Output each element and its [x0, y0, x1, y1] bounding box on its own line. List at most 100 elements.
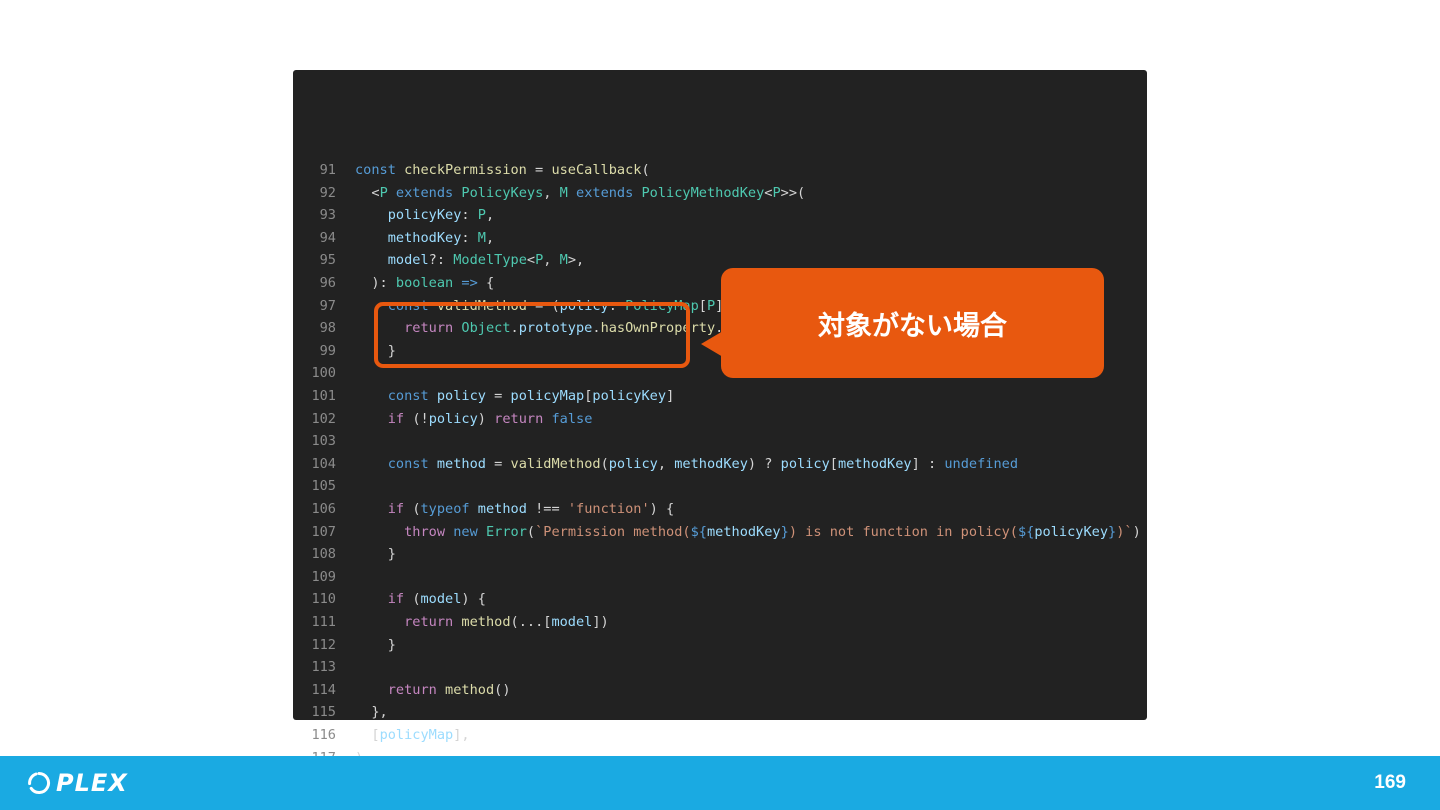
code-token: policy	[436, 388, 486, 404]
line-number: 91	[319, 162, 336, 178]
code-token: =>	[453, 275, 486, 291]
highlight-box	[374, 302, 690, 368]
code-text: }	[355, 543, 396, 566]
page-number: 169	[1374, 772, 1406, 793]
code-token: ] :	[911, 455, 945, 472]
callout-text: 対象がない場合	[818, 310, 1007, 342]
line-number: 96	[319, 275, 336, 291]
code-token: ${	[1017, 523, 1035, 540]
line-number: 101	[311, 388, 336, 404]
line-number: 108	[311, 546, 336, 563]
code-token: }	[780, 523, 789, 540]
code-token: }	[355, 636, 396, 653]
code-token: method	[436, 455, 486, 472]
footer-bar: PLEX 169	[0, 756, 1440, 810]
code-token: {	[485, 275, 495, 291]
line-number: 93	[319, 207, 336, 224]
code-token: policyMap	[510, 388, 585, 404]
line-number: 95	[319, 252, 336, 269]
code-token: ,	[543, 252, 560, 269]
plex-logo: PLEX	[27, 768, 128, 798]
code-token: const	[387, 455, 437, 472]
code-token: P	[477, 207, 486, 224]
code-token: <	[526, 252, 536, 269]
code-token: }	[1108, 523, 1117, 540]
code-token: methodKey	[387, 229, 462, 246]
line-number: 104	[311, 455, 336, 472]
code-token: if	[387, 410, 413, 427]
code-text: policyKey: P,	[355, 204, 494, 227]
code-token: checkPermission	[404, 162, 527, 178]
code-token: >,	[567, 252, 585, 269]
code-token: undefined	[944, 455, 1019, 472]
code-token: policy	[608, 455, 658, 472]
code-token: typeof	[420, 501, 478, 517]
code-token: return	[404, 614, 462, 630]
code-token: ) is not function in policy(	[788, 523, 1018, 540]
line-number: 94	[319, 229, 336, 246]
line-number: 109	[311, 568, 336, 585]
code-token: new	[453, 523, 486, 540]
line-number: 113	[311, 659, 336, 676]
code-token: (	[600, 455, 609, 472]
line-number: 116	[311, 727, 336, 743]
code-text: [policyMap],	[355, 724, 469, 747]
line-number: 112	[311, 636, 336, 653]
code-token: (	[412, 501, 421, 517]
code-token: false	[551, 410, 593, 427]
line-number: 105	[311, 478, 336, 495]
code-text: return method()	[355, 679, 511, 702]
code-token: ]	[666, 388, 675, 404]
code-token: ,	[485, 229, 495, 246]
code-panel: 91 const checkPermission = useCallback(92…	[293, 70, 1147, 766]
line-number: 110	[311, 591, 336, 608]
code-token: model	[420, 591, 462, 608]
code-token: (...[	[510, 614, 552, 630]
code-token: methodKey	[706, 523, 781, 540]
code-token: ) {	[649, 501, 675, 517]
code-token: :	[461, 229, 478, 246]
code-token: extends	[567, 184, 642, 201]
code-token: P	[706, 297, 716, 314]
code-token: model	[551, 614, 593, 630]
code-token: P	[772, 184, 781, 201]
code-token: )	[1132, 523, 1141, 540]
code-token: ) {	[461, 591, 486, 608]
code-text: }	[355, 634, 396, 657]
code-token: (	[412, 591, 421, 608]
code-token: },	[355, 704, 388, 721]
code-token: policy	[780, 455, 830, 472]
line-number: 97	[319, 297, 336, 314]
code-token: ,	[657, 455, 675, 472]
code-text: return method(...[model])	[355, 611, 609, 634]
code-token: [	[829, 455, 838, 472]
code-token: policyMap	[379, 727, 454, 743]
line-number: 99	[319, 342, 336, 359]
line-number: 106	[311, 501, 336, 517]
code-token: method	[477, 501, 527, 517]
line-number: 111	[311, 614, 336, 630]
code-token: [	[355, 727, 380, 743]
line-number: 100	[311, 365, 336, 382]
code-token: Error	[485, 523, 527, 540]
code-token: policyKey	[1034, 523, 1109, 540]
code-text: methodKey: M,	[355, 227, 494, 250]
code-text: throw new Error(`Permission method(${met…	[355, 521, 1141, 544]
code-token: PolicyKeys	[461, 184, 544, 201]
code-token: M	[477, 229, 486, 246]
code-text: },	[355, 701, 388, 724]
code-text: model?: ModelType<P, M>,	[355, 249, 584, 272]
code-token: ModelType	[453, 252, 527, 269]
code-token: =	[526, 162, 552, 178]
code-token: ?:	[428, 252, 454, 269]
code-token: M	[559, 252, 568, 269]
code-text: if (!policy) return false	[355, 408, 593, 431]
code-token: policyKey	[387, 207, 462, 224]
code-token: ${	[690, 523, 707, 540]
